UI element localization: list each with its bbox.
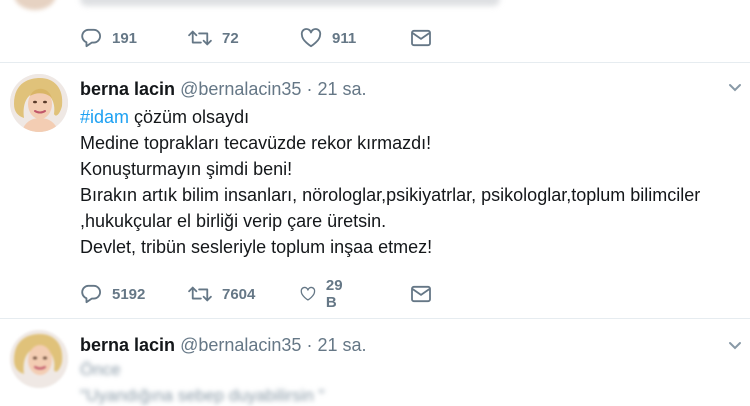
reply-button[interactable]: 191 bbox=[80, 26, 137, 50]
user-handle[interactable]: @bernalacin35 bbox=[180, 335, 301, 355]
profile-photo bbox=[10, 74, 68, 132]
tweet-line: ,hukukçular el birliği verip çare üretsi… bbox=[80, 211, 387, 231]
timestamp[interactable]: 21 sa. bbox=[317, 79, 366, 99]
reply-icon bbox=[81, 284, 101, 304]
like-button[interactable]: 911 bbox=[300, 26, 356, 50]
hashtag-link[interactable]: #idam bbox=[80, 107, 129, 127]
divider bbox=[0, 62, 750, 63]
tweet-line: #idam çözüm olsaydı bbox=[80, 104, 740, 130]
display-name[interactable]: berna lacin bbox=[80, 79, 175, 99]
reply-icon bbox=[81, 28, 101, 48]
tweet-text: #idam çözüm olsaydı Medine toprakları te… bbox=[80, 104, 740, 260]
like-count: 911 bbox=[332, 29, 357, 47]
tweet-header: berna lacin @bernalacin35 · 21 sa. bbox=[80, 78, 367, 100]
blurred-tweet-text: "Uyandığına sebep duyabilirsin " bbox=[80, 386, 325, 405]
retweet-count: 72 bbox=[222, 29, 239, 47]
retweet-count: 7604 bbox=[222, 285, 256, 303]
avatar[interactable] bbox=[10, 74, 68, 132]
tweet-header: berna lacin @bernalacin35 · 21 sa. bbox=[80, 334, 367, 356]
reply-button[interactable]: 5192 bbox=[80, 282, 145, 306]
blurred-tweet-text: Önce bbox=[80, 360, 121, 379]
direct-message-icon bbox=[411, 285, 431, 303]
display-name[interactable]: berna lacin bbox=[80, 335, 175, 355]
retweet-button[interactable]: 72 bbox=[188, 26, 239, 50]
tweet-line: Bırakın artık bilim insanları, nörologla… bbox=[80, 185, 701, 205]
like-button[interactable]: 29 B bbox=[300, 277, 349, 311]
chevron-down-icon[interactable] bbox=[728, 80, 742, 94]
timestamp[interactable]: 21 sa. bbox=[317, 335, 366, 355]
like-icon bbox=[300, 28, 322, 48]
chevron-down-icon[interactable] bbox=[728, 338, 742, 352]
separator-dot: · bbox=[306, 335, 313, 355]
tweet-line: Medine toprakları tecavüzde rekor kırmaz… bbox=[80, 133, 432, 153]
retweet-icon bbox=[188, 286, 212, 302]
avatar[interactable] bbox=[10, 330, 68, 388]
like-count: 29 B bbox=[325, 277, 343, 311]
tweet-line-text: çözüm olsaydı bbox=[129, 107, 250, 127]
reply-count: 5192 bbox=[112, 285, 146, 303]
user-handle[interactable]: @bernalacin35 bbox=[180, 79, 301, 99]
direct-message-button[interactable] bbox=[410, 282, 432, 306]
direct-message-icon bbox=[411, 29, 431, 47]
tweet-line: Konuşturmayın şimdi beni! bbox=[80, 159, 293, 179]
previous-tweet: 191 72 911 bbox=[0, 0, 750, 62]
reply-count: 191 bbox=[112, 29, 138, 47]
tweet-line: Devlet, tribün sesleriyle toplum inşaa e… bbox=[80, 237, 433, 257]
separator-dot: · bbox=[306, 79, 313, 99]
direct-message-button[interactable] bbox=[410, 26, 432, 50]
profile-photo bbox=[10, 330, 68, 388]
like-icon bbox=[300, 286, 316, 301]
retweet-button[interactable]: 7604 bbox=[188, 282, 255, 306]
avatar bbox=[14, 0, 56, 10]
divider bbox=[0, 318, 750, 319]
blurred-tweet-text bbox=[80, 0, 500, 6]
retweet-icon bbox=[188, 30, 212, 46]
